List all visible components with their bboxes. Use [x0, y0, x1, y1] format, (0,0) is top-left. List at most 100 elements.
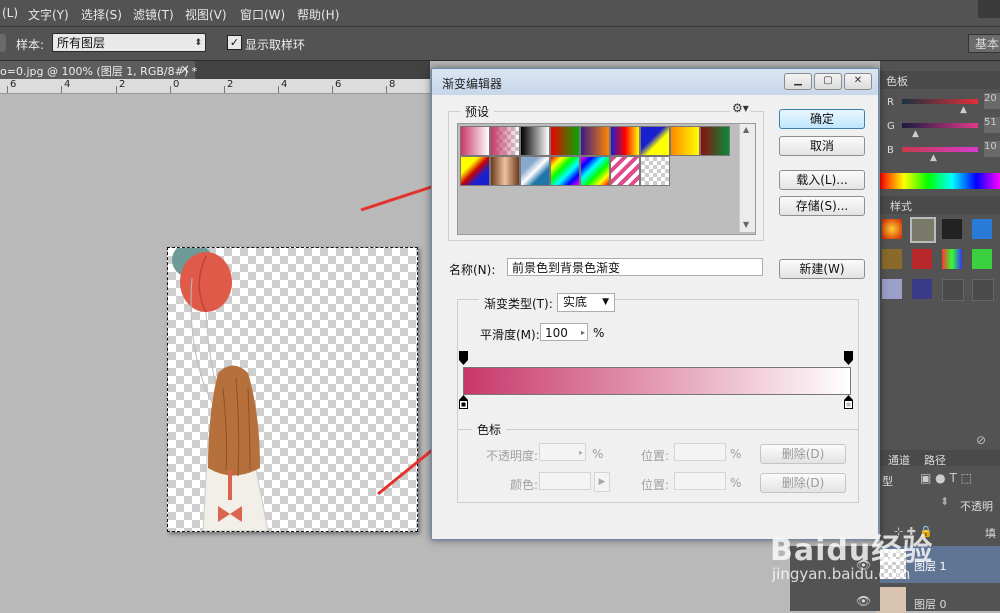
- minimize-icon[interactable]: ▁: [784, 73, 812, 90]
- ok-button[interactable]: 确定: [779, 109, 865, 129]
- style-swatch[interactable]: [942, 219, 962, 239]
- tab-swatches[interactable]: 色板: [886, 73, 908, 89]
- tab-styles[interactable]: 样式: [890, 198, 912, 214]
- style-swatch[interactable]: [910, 217, 936, 243]
- color-spectrum-ramp[interactable]: [880, 173, 1000, 189]
- sample-label: 样本:: [16, 38, 45, 52]
- layer-kind-filter[interactable]: 型: [882, 473, 893, 489]
- chevron-up-icon[interactable]: ▲: [743, 125, 749, 134]
- channel-r-slider[interactable]: [902, 99, 978, 104]
- menu-bar: (L) 文字(Y) 选择(S) 滤镜(T) 视图(V) 窗口(W) 帮助(H): [0, 0, 1000, 27]
- chevron-right-icon[interactable]: ▸: [581, 324, 585, 342]
- channel-g-slider[interactable]: [902, 123, 978, 128]
- ruler-label: 4: [64, 79, 71, 90]
- style-swatch[interactable]: [882, 279, 902, 299]
- gradient-type-value: 实底: [563, 295, 588, 309]
- style-swatch[interactable]: [942, 249, 962, 269]
- gradient-preset[interactable]: [490, 156, 520, 186]
- slider-thumb-icon[interactable]: ▲: [912, 129, 919, 139]
- style-swatch[interactable]: [972, 279, 994, 301]
- color-stop-right[interactable]: [844, 395, 853, 409]
- menu-item-l[interactable]: (L): [2, 6, 18, 20]
- delete-opacity-stop-button: 删除(D): [760, 444, 846, 464]
- layer-name[interactable]: 图层 0: [914, 596, 947, 612]
- gradient-type-select[interactable]: 实底 ▼: [557, 293, 615, 312]
- channel-b-value[interactable]: 10: [984, 141, 1000, 157]
- opacity-stop-right[interactable]: [844, 351, 853, 365]
- gradient-preset[interactable]: [580, 126, 610, 156]
- layer-row[interactable]: 图层 0: [876, 584, 1000, 613]
- gradient-preset[interactable]: [490, 126, 520, 156]
- no-symbol-icon[interactable]: ⊘: [976, 433, 986, 447]
- menu-item-filter[interactable]: 滤镜(T): [133, 6, 174, 23]
- menu-item-window[interactable]: 窗口(W): [240, 6, 285, 23]
- presets-scrollbar[interactable]: ▲ ▼: [739, 124, 755, 232]
- gradient-preset[interactable]: [550, 126, 580, 156]
- style-swatch[interactable]: [972, 249, 992, 269]
- tab-channels[interactable]: 通道: [888, 452, 910, 468]
- slider-thumb-icon[interactable]: ▲: [930, 153, 937, 163]
- maximize-icon[interactable]: ▢: [814, 73, 842, 90]
- gradient-preset[interactable]: [460, 126, 490, 156]
- workspace-button[interactable]: 基本: [968, 34, 1000, 53]
- chevron-down-icon[interactable]: ⬍: [940, 495, 949, 508]
- slider-thumb-icon[interactable]: ▲: [960, 105, 967, 115]
- style-swatch[interactable]: [942, 279, 964, 301]
- gradient-preset[interactable]: [640, 126, 670, 156]
- gradient-preset[interactable]: [700, 126, 730, 156]
- dialog-title-bar[interactable]: 渐变编辑器 ▁ ▢ ✕: [432, 69, 878, 95]
- document-tab[interactable]: o=0.jpg @ 100% (图层 1, RGB/8#) * ×: [0, 61, 197, 79]
- channel-g-label: G: [887, 121, 895, 132]
- channel-g-value[interactable]: 51: [984, 117, 1000, 133]
- window-minimize-button[interactable]: [978, 0, 1000, 18]
- tool-preset-picker[interactable]: [0, 34, 6, 52]
- menu-item-text[interactable]: 文字(Y): [28, 6, 69, 23]
- color-stop-left[interactable]: [459, 395, 468, 409]
- color-picker-arrow-icon: ▶: [594, 472, 610, 492]
- filter-icons[interactable]: ▣ ● T ⬚: [920, 471, 972, 485]
- eye-icon[interactable]: 👁: [856, 594, 871, 608]
- baidu-watermark-logo: Baidu经验: [770, 525, 950, 568]
- delete-color-stop-button: 删除(D): [760, 473, 846, 493]
- load-button[interactable]: 载入(L)...: [779, 170, 865, 190]
- style-swatch[interactable]: [882, 249, 902, 269]
- style-swatch[interactable]: [972, 219, 992, 239]
- smoothness-field[interactable]: 100 ▸: [540, 323, 588, 341]
- show-ring-checkbox[interactable]: ✓: [227, 35, 242, 50]
- close-icon[interactable]: ×: [180, 62, 190, 76]
- cancel-button[interactable]: 取消: [779, 136, 865, 156]
- gear-icon[interactable]: ⚙▾: [730, 101, 751, 115]
- menu-item-select[interactable]: 选择(S): [81, 6, 122, 23]
- gradient-preview-bar[interactable]: [463, 367, 851, 395]
- gradient-preset[interactable]: [460, 156, 490, 186]
- gradient-preset[interactable]: [520, 126, 550, 156]
- style-swatch[interactable]: [882, 219, 902, 239]
- opacity-field: ▸: [539, 443, 586, 461]
- ruler-label: 6: [10, 79, 17, 90]
- sample-select[interactable]: 所有图层 ⬍: [52, 33, 206, 52]
- gradient-preset[interactable]: [550, 156, 580, 186]
- new-button[interactable]: 新建(W): [779, 259, 865, 279]
- gradient-preset[interactable]: [670, 126, 700, 156]
- gradient-preset[interactable]: [610, 156, 640, 186]
- menu-item-view[interactable]: 视图(V): [185, 6, 227, 23]
- save-button[interactable]: 存储(S)...: [779, 196, 865, 216]
- gradient-preset[interactable]: [580, 156, 610, 186]
- channel-r-value[interactable]: 20: [984, 93, 1000, 109]
- close-icon[interactable]: ✕: [844, 73, 872, 90]
- name-field[interactable]: 前景色到背景色渐变: [507, 258, 763, 276]
- gradient-preset[interactable]: [610, 126, 640, 156]
- style-swatch[interactable]: [912, 279, 932, 299]
- menu-item-help[interactable]: 帮助(H): [297, 6, 339, 23]
- gradient-preset[interactable]: [520, 156, 550, 186]
- layer-thumbnail: [876, 587, 906, 613]
- color-position-field: [674, 472, 726, 490]
- style-swatch[interactable]: [912, 249, 932, 269]
- gradient-preset[interactable]: [640, 156, 670, 186]
- chevron-down-icon[interactable]: ▼: [743, 220, 749, 229]
- opacity-stop-left[interactable]: [459, 351, 468, 365]
- channel-b-slider[interactable]: [902, 147, 978, 152]
- tab-paths[interactable]: 路径: [924, 452, 946, 468]
- ruler-label: 6: [335, 79, 342, 90]
- opacity-unit: %: [592, 447, 604, 461]
